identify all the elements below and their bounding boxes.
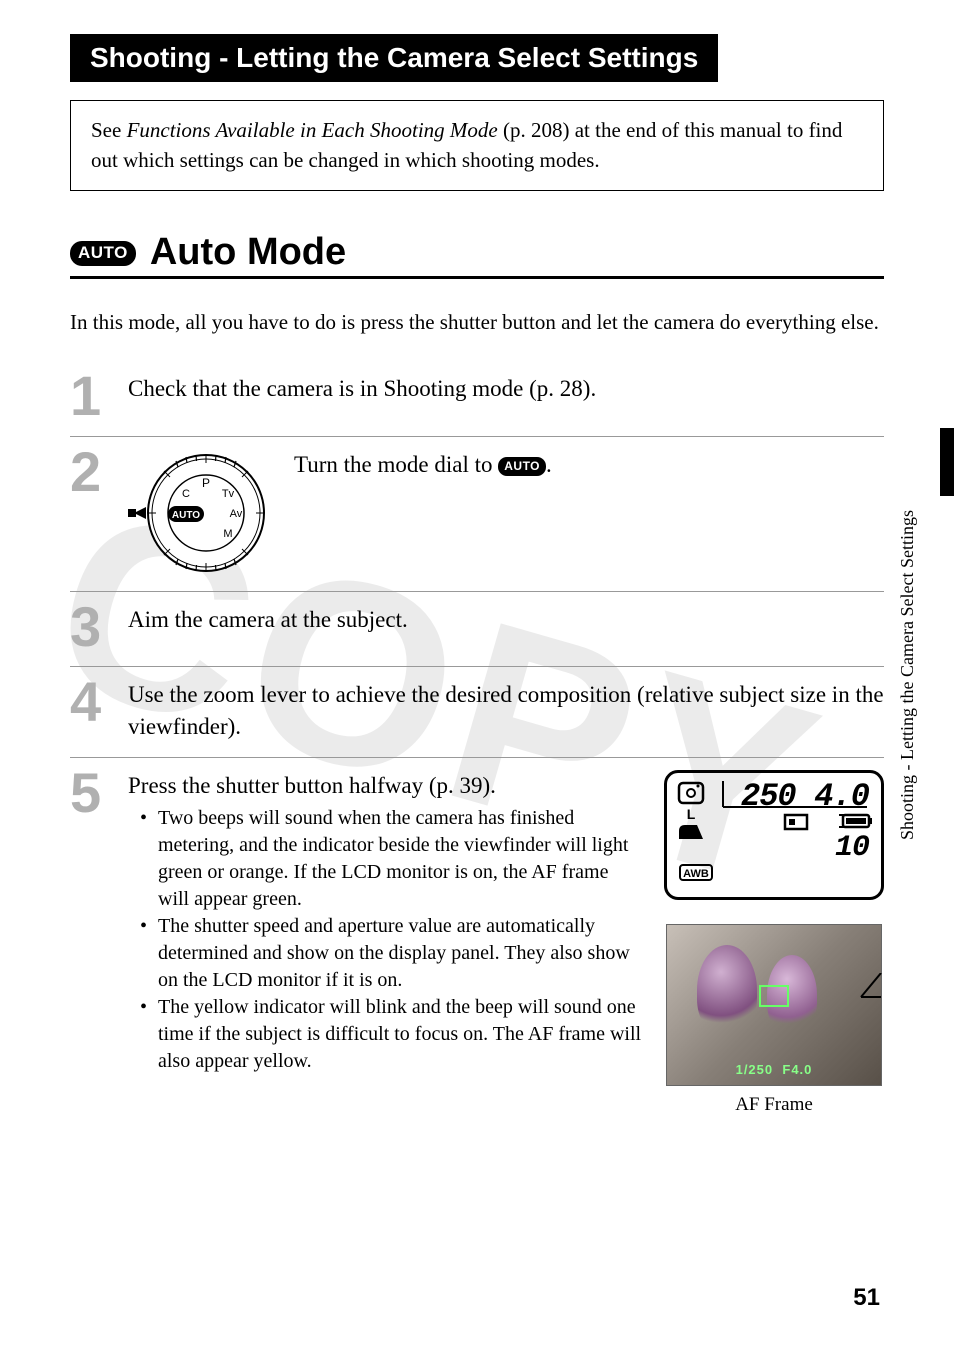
photo-shutter: 1/250 xyxy=(736,1062,774,1077)
lcd-panel-illustration: L AWB xyxy=(664,770,884,900)
step-4: 4 Use the zoom lever to achieve the desi… xyxy=(70,667,884,758)
step-text: Turn the mode dial to AUTO. xyxy=(294,449,552,481)
auto-mode-icon: AUTO xyxy=(70,241,136,266)
step-2: 2 AUTO P Tv Av M xyxy=(70,437,884,592)
callout-arrow-icon xyxy=(853,973,883,1033)
step-text: Use the zoom lever to achieve the desire… xyxy=(128,677,884,743)
step-number: 4 xyxy=(70,677,110,743)
lcd-aperture: 4.0 xyxy=(814,775,869,820)
intro-text: In this mode, all you have to do is pres… xyxy=(70,307,884,337)
svg-text:L: L xyxy=(687,806,696,822)
bullet-list: Two beeps will sound when the camera has… xyxy=(128,805,644,1075)
mode-dial-illustration: AUTO P Tv Av M C xyxy=(128,449,268,577)
photo-aperture: F4.0 xyxy=(782,1062,812,1077)
sample-photo-block: 1/250 F4.0 AF Frame xyxy=(666,924,882,1119)
svg-text:M: M xyxy=(223,528,232,540)
awb-label: AWB xyxy=(683,868,709,880)
steps-list: 1 Check that the camera is in Shooting m… xyxy=(70,361,884,1133)
step-text: Check that the camera is in Shooting mod… xyxy=(128,371,884,421)
svg-text:C: C xyxy=(182,488,190,500)
af-frame-indicator xyxy=(759,985,789,1007)
note-box: See Functions Available in Each Shooting… xyxy=(70,100,884,191)
step-number: 3 xyxy=(70,602,110,652)
sample-photo: 1/250 F4.0 xyxy=(666,924,882,1086)
svg-text:AUTO: AUTO xyxy=(172,510,200,521)
bullet-item: Two beeps will sound when the camera has… xyxy=(140,805,644,913)
svg-text:P: P xyxy=(202,476,210,490)
step-number: 5 xyxy=(70,768,110,1119)
bullet-item: The yellow indicator will blink and the … xyxy=(140,994,644,1075)
step-3: 3 Aim the camera at the subject. xyxy=(70,592,884,667)
step-heading: Press the shutter button halfway (p. 39)… xyxy=(128,770,644,802)
lcd-shots: 10 xyxy=(835,827,869,869)
svg-text:Av: Av xyxy=(230,508,243,520)
section-title: Auto Mode xyxy=(150,231,346,274)
note-italic: Functions Available in Each Shooting Mod… xyxy=(127,118,498,142)
step-5: 5 Press the shutter button halfway (p. 3… xyxy=(70,758,884,1133)
step-1: 1 Check that the camera is in Shooting m… xyxy=(70,361,884,436)
lcd-shutter: 250 xyxy=(741,775,796,820)
step-number: 1 xyxy=(70,371,110,421)
section-header: AUTO Auto Mode xyxy=(70,231,884,279)
auto-mode-icon: AUTO xyxy=(498,457,546,477)
note-intro: See xyxy=(91,118,127,142)
photo-caption: AF Frame xyxy=(666,1092,882,1119)
step-number: 2 xyxy=(70,447,110,577)
chapter-title: Shooting - Letting the Camera Select Set… xyxy=(70,34,718,82)
bullet-item: The shutter speed and aperture value are… xyxy=(140,913,644,994)
page-content: Shooting - Letting the Camera Select Set… xyxy=(0,0,954,1352)
svg-text:Tv: Tv xyxy=(222,488,235,500)
step-text: Aim the camera at the subject. xyxy=(128,602,884,652)
